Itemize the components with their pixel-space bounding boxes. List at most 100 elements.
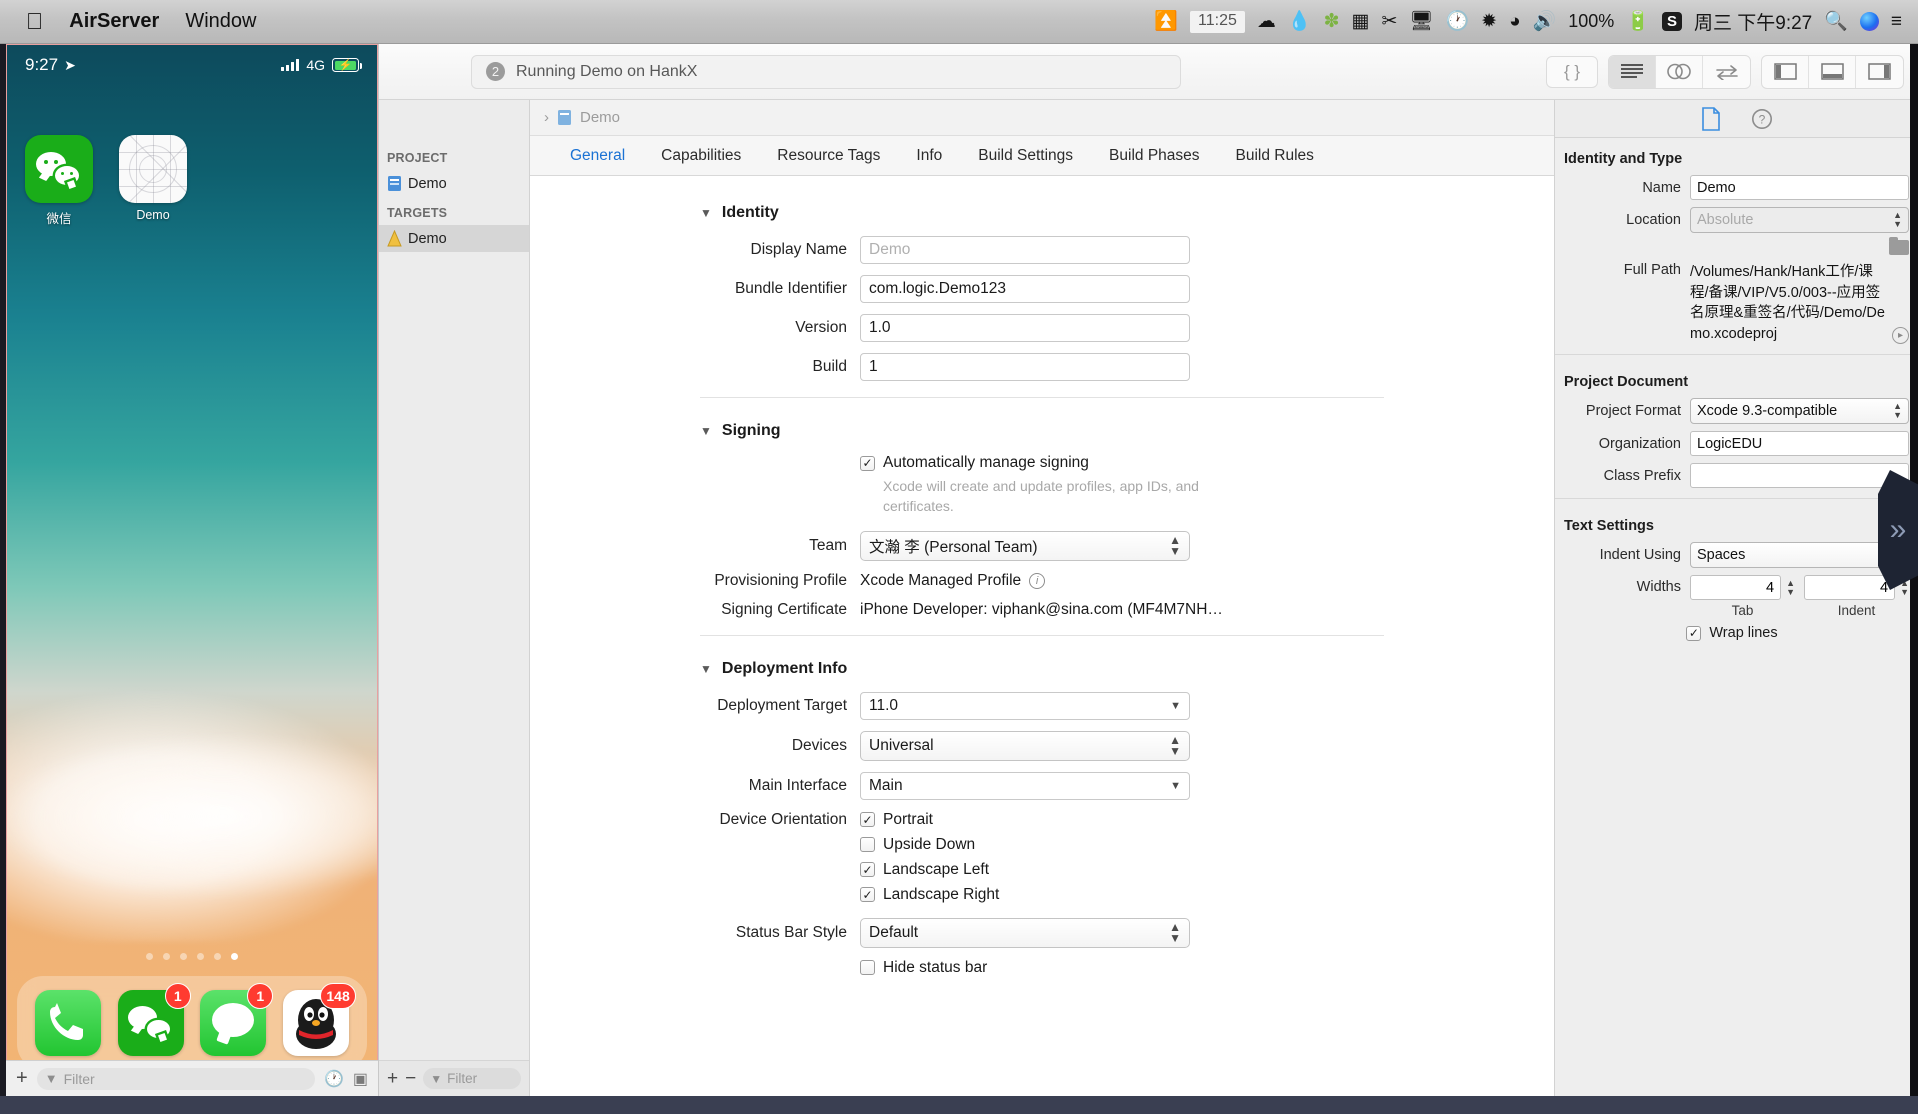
class-prefix-input[interactable] xyxy=(1690,463,1909,489)
filter-input[interactable]: ▼ Filter xyxy=(36,1067,315,1090)
stepper-icon[interactable]: ▲▼ xyxy=(1786,578,1795,597)
deployment-target-combo[interactable]: 11.0 ▼ xyxy=(860,691,1190,720)
battery-icon[interactable]: 🔋 xyxy=(1626,12,1650,31)
indent-width-input[interactable]: 4 xyxy=(1804,575,1896,601)
display-name-input[interactable]: Demo xyxy=(860,236,1190,264)
organization-input[interactable]: LogicEDU xyxy=(1690,431,1909,457)
siri-icon[interactable] xyxy=(1859,12,1879,31)
version-input[interactable]: 1.0 xyxy=(860,314,1190,342)
orientation-portrait-checkbox[interactable]: Portrait xyxy=(860,811,999,829)
navigator-target-item[interactable]: Demo xyxy=(379,225,529,252)
assistant-editor-icon[interactable] xyxy=(1656,55,1703,88)
library-braces-icon[interactable]: { } xyxy=(1546,55,1598,88)
debug-toggle-icon[interactable] xyxy=(1809,55,1856,88)
hide-status-bar-checkbox[interactable]: Hide status bar xyxy=(860,959,987,977)
reveal-panel-chevron-icon[interactable]: » xyxy=(1878,470,1918,590)
inspector-name-input[interactable]: Demo xyxy=(1690,175,1909,200)
quick-help-icon[interactable]: ? xyxy=(1751,108,1773,130)
ios-app-wechat[interactable]: 微信 xyxy=(25,135,93,227)
tab-build-settings[interactable]: Build Settings xyxy=(978,147,1073,165)
ios-app-demo[interactable]: Demo xyxy=(119,135,187,227)
main-interface-combo[interactable]: Main ▼ xyxy=(860,771,1190,800)
wechat-icon[interactable]: 1 xyxy=(117,983,191,1056)
status-bar-style-select[interactable]: Default ▲ ▼ xyxy=(860,917,1190,948)
bluetooth-icon[interactable]: ✹ xyxy=(1481,12,1497,31)
menu-window[interactable]: Window xyxy=(185,10,256,33)
messages-icon[interactable]: 1 xyxy=(200,983,274,1056)
reveal-in-finder-icon[interactable]: ▸ xyxy=(1892,327,1909,345)
stepper-icon[interactable]: ▲▼ xyxy=(1169,921,1181,944)
orientation-upside-down-checkbox[interactable]: Upside Down xyxy=(860,836,999,854)
grid-icon[interactable]: ▦ xyxy=(1351,12,1369,31)
tab-general[interactable]: General xyxy=(570,147,625,165)
issue-count-badge[interactable]: 2 xyxy=(486,62,505,81)
team-select[interactable]: 文瀚 李 (Personal Team) ▲ ▼ xyxy=(860,530,1190,561)
droplet-icon[interactable]: 💧 xyxy=(1288,12,1312,31)
hide-icon[interactable]: ▣ xyxy=(353,1069,368,1089)
navigator-filter-input[interactable]: ▼ Filter xyxy=(423,1068,521,1089)
inspector-toggle-icon[interactable] xyxy=(1856,56,1903,88)
jumpbar-item-label[interactable]: Demo xyxy=(580,109,620,126)
stepper-icon[interactable]: ▲▼ xyxy=(1169,734,1181,757)
menu-app-name[interactable]: AirServer xyxy=(69,10,159,33)
navigator-toggle-icon[interactable] xyxy=(1762,55,1809,88)
tab-width-input[interactable]: 4 xyxy=(1690,575,1782,601)
inspector-location-select[interactable]: Absolute ▲ ▼ xyxy=(1690,207,1909,233)
tab-build-phases[interactable]: Build Phases xyxy=(1109,147,1199,165)
wifi-icon[interactable]: ◕ xyxy=(1509,12,1520,31)
menu-clock[interactable]: 周三 下午9:27 xyxy=(1694,8,1812,35)
add-icon[interactable]: + xyxy=(16,1067,28,1090)
clock-icon[interactable]: 🕐 xyxy=(324,1069,344,1089)
navigator-project-item[interactable]: Demo xyxy=(379,170,529,197)
section-identity[interactable]: ▼ Identity xyxy=(530,198,1554,236)
version-editor-icon[interactable] xyxy=(1703,56,1750,88)
checkbox-icon[interactable] xyxy=(1686,625,1702,641)
stepper-icon[interactable]: ▲▼ xyxy=(1893,402,1902,420)
tab-resource-tags[interactable]: Resource Tags xyxy=(777,147,880,165)
standard-editor-icon[interactable] xyxy=(1609,55,1656,88)
phone-icon[interactable] xyxy=(35,990,102,1056)
jumpbar-chevron-icon[interactable]: › xyxy=(544,109,549,126)
devices-select[interactable]: Universal ▲ ▼ xyxy=(860,730,1190,761)
disclosure-triangle-icon[interactable]: ▼ xyxy=(700,206,712,220)
clock-icon[interactable]: 🕐 xyxy=(1445,12,1469,31)
qq-icon[interactable]: 148 xyxy=(282,983,356,1056)
auto-manage-signing-checkbox[interactable]: Automatically manage signing xyxy=(860,454,1213,472)
tab-info[interactable]: Info xyxy=(916,147,942,165)
remove-target-button[interactable]: − xyxy=(405,1068,416,1090)
sogou-input-icon[interactable]: S xyxy=(1661,12,1682,31)
add-target-button[interactable]: + xyxy=(387,1068,398,1090)
volume-icon[interactable]: 🔊 xyxy=(1533,12,1557,31)
file-inspector-icon[interactable] xyxy=(1701,106,1721,131)
apple-menu-icon[interactable]:  xyxy=(26,10,43,33)
stepper-icon[interactable]: ▲▼ xyxy=(1893,211,1902,229)
section-deployment-info[interactable]: ▼ Deployment Info xyxy=(530,654,1554,692)
spotlight-search-icon[interactable]: 🔍 xyxy=(1824,12,1848,31)
info-icon[interactable]: i xyxy=(1029,572,1046,589)
project-format-select[interactable]: Xcode 9.3-compatible ▲ ▼ xyxy=(1690,398,1909,425)
disclosure-triangle-icon[interactable]: ▼ xyxy=(700,424,712,438)
indent-using-select[interactable]: Spaces ▲▼ xyxy=(1690,542,1909,569)
bundle-identifier-input[interactable]: com.logic.Demo123 xyxy=(860,275,1190,303)
checkbox-icon[interactable] xyxy=(860,455,875,471)
disclosure-triangle-icon[interactable]: ▼ xyxy=(700,662,712,676)
wrap-lines-checkbox[interactable]: Wrap lines xyxy=(1686,625,1778,641)
display-icon[interactable]: 🖥 xyxy=(1409,12,1433,31)
orientation-landscape-left-checkbox[interactable]: Landscape Left xyxy=(860,861,999,879)
tab-capabilities[interactable]: Capabilities xyxy=(661,147,741,165)
checkbox-icon[interactable] xyxy=(860,862,875,878)
folder-icon[interactable] xyxy=(1889,237,1909,255)
cloud-icon[interactable]: ☁ xyxy=(1257,12,1276,31)
section-signing[interactable]: ▼ Signing xyxy=(530,416,1554,454)
airplay-icon[interactable]: ⏫ xyxy=(1154,12,1178,31)
checkbox-icon[interactable] xyxy=(860,812,875,828)
build-input[interactable]: 1 xyxy=(860,353,1190,381)
checkbox-icon[interactable] xyxy=(860,960,875,976)
scissors-icon[interactable]: ✂ xyxy=(1381,12,1397,31)
notification-center-icon[interactable]: ≡ xyxy=(1891,12,1902,31)
checkbox-icon[interactable] xyxy=(860,887,875,903)
tab-build-rules[interactable]: Build Rules xyxy=(1236,147,1314,165)
chevron-down-icon[interactable]: ▼ xyxy=(1170,780,1181,792)
checkbox-icon[interactable] xyxy=(860,837,875,853)
leaf-icon[interactable]: ✽ xyxy=(1324,12,1340,31)
